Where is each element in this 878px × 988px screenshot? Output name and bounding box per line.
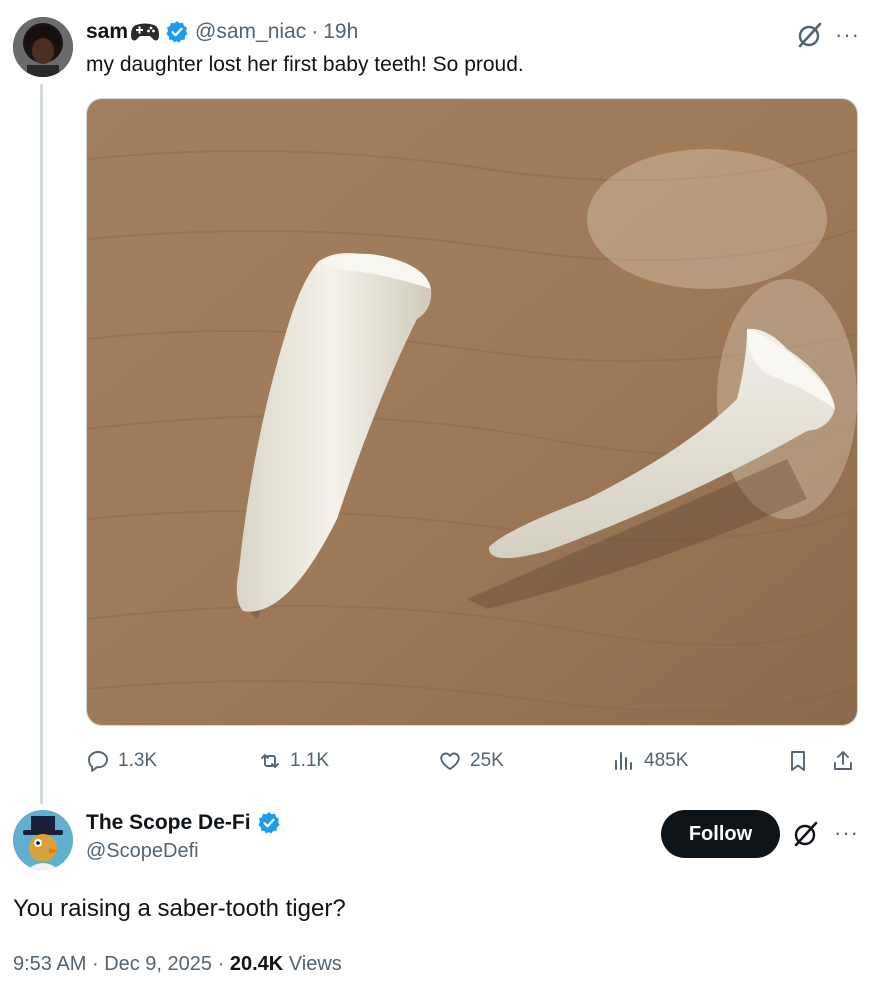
tweet-actions: 1.3K 1.1K 25K 485K bbox=[86, 746, 858, 776]
reply-author-avatar[interactable] bbox=[13, 810, 73, 870]
tweet-image[interactable] bbox=[86, 98, 858, 726]
reply-date[interactable]: Dec 9, 2025 bbox=[104, 953, 212, 975]
more-options-icon[interactable]: ··· bbox=[834, 822, 859, 844]
tweet-time[interactable]: 19h bbox=[323, 20, 358, 44]
like-count: 25K bbox=[470, 750, 504, 771]
views-button[interactable]: 485K bbox=[612, 746, 688, 776]
reply-button[interactable]: 1.3K bbox=[86, 746, 157, 776]
reply-author-handle[interactable]: @ScopeDefi bbox=[86, 840, 199, 863]
follow-button[interactable]: Follow bbox=[661, 810, 780, 858]
tweet-text: my daughter lost her first baby teeth! S… bbox=[86, 53, 524, 76]
grok-icon[interactable] bbox=[795, 20, 825, 50]
repost-button[interactable]: 1.1K bbox=[258, 746, 329, 776]
bookmark-icon bbox=[791, 751, 805, 771]
separator-dot: · bbox=[311, 20, 319, 43]
share-icon bbox=[834, 751, 852, 770]
separator-dot: · bbox=[217, 953, 225, 975]
views-count: 485K bbox=[644, 750, 689, 771]
repost-icon bbox=[261, 754, 279, 768]
reply-views-label: Views bbox=[288, 953, 342, 975]
tweet-top-actions: ··· bbox=[795, 20, 860, 50]
reply-time[interactable]: 9:53 AM bbox=[13, 953, 86, 975]
more-options-icon[interactable]: ··· bbox=[835, 24, 860, 46]
author-handle[interactable]: @sam_niac bbox=[195, 20, 306, 44]
heart-icon bbox=[440, 752, 460, 770]
reply-author-name-text[interactable]: The Scope De-Fi bbox=[86, 811, 251, 835]
reply-meta: 9:53 AM · Dec 9, 2025 · 20.4K Views bbox=[13, 953, 342, 976]
verified-badge-icon bbox=[257, 811, 281, 835]
author-name[interactable]: sam bbox=[86, 20, 128, 44]
like-button[interactable]: 25K bbox=[438, 746, 504, 776]
two-white-fang-teeth-photo bbox=[87, 99, 857, 725]
reply-text: You raising a saber-tooth tiger? bbox=[13, 895, 346, 922]
thread-line bbox=[40, 84, 43, 804]
bookmark-button[interactable] bbox=[786, 746, 810, 776]
repost-count: 1.1K bbox=[290, 750, 330, 771]
reply-views-count: 20.4K bbox=[229, 953, 284, 975]
reply-count: 1.3K bbox=[118, 750, 158, 771]
verified-badge-icon bbox=[165, 20, 189, 44]
analytics-icon bbox=[615, 752, 632, 770]
tweet-header: sam @sam_niac · 19h bbox=[86, 18, 358, 46]
reply-icon bbox=[88, 751, 108, 772]
share-button[interactable] bbox=[831, 746, 855, 776]
author-avatar[interactable] bbox=[13, 17, 73, 77]
grok-icon[interactable] bbox=[791, 819, 821, 849]
separator-dot: · bbox=[91, 953, 99, 975]
game-controller-icon bbox=[130, 21, 160, 43]
reply-author-name[interactable]: The Scope De-Fi bbox=[86, 811, 281, 835]
